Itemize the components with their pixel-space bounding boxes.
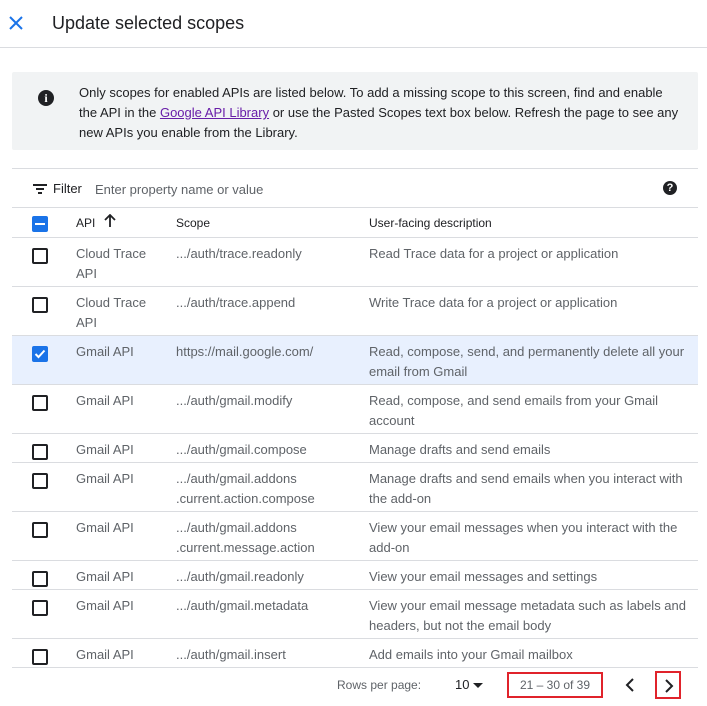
cell-api: Gmail API [76,647,134,662]
row-checkbox[interactable] [32,522,48,538]
cell-api: Gmail API [76,393,134,408]
row-checkbox[interactable] [32,248,48,264]
cell-scope: .../auth/gmail.readonly [176,569,304,584]
cell-api: Gmail API [76,471,134,486]
cell-description: View your email message metadata such as… [369,598,686,633]
filter-icon[interactable] [33,182,47,194]
table-row[interactable]: Gmail API .../auth/gmail.readonly View y… [12,561,698,590]
row-checkbox[interactable] [32,473,48,489]
filter-input[interactable] [95,179,595,199]
cell-scope: .../auth/gmail.compose [176,442,307,457]
cell-api: Gmail API [76,344,134,359]
row-checkbox[interactable] [32,444,48,460]
rows-per-page-value: 10 [455,677,470,692]
table-row[interactable]: Gmail API .../auth/gmail.addons .current… [12,512,698,561]
google-api-library-link[interactable]: Google API Library [160,105,269,120]
pagination-range: 21 – 30 of 39 [507,672,603,698]
dialog-header: Update selected scopes [0,0,707,48]
info-text: Only scopes for enabled APIs are listed … [79,83,679,143]
page-title: Update selected scopes [52,13,245,33]
cell-description: Read Trace data for a project or applica… [369,246,619,261]
select-all-checkbox[interactable] [32,216,48,232]
sort-ascending-icon[interactable] [104,213,116,228]
filter-label: Filter [53,181,82,196]
cell-api: Cloud Trace API [76,246,147,281]
cell-scope: .../auth/gmail.addons .current.message.a… [176,520,315,555]
cell-scope: .../auth/trace.readonly [176,246,302,261]
cell-description: Read, compose, and send emails from your… [369,393,659,428]
table-row[interactable]: Gmail API .../auth/gmail.compose Manage … [12,434,698,463]
help-icon[interactable]: ? [663,181,677,195]
row-checkbox-checked[interactable] [32,346,48,362]
cell-api: Cloud Trace API [76,295,147,330]
row-checkbox[interactable] [32,571,48,587]
cell-api: Gmail API [76,442,134,457]
cell-scope: https://mail.google.com/ [176,344,314,359]
column-header-scope[interactable]: Scope [176,216,210,230]
table-row[interactable]: Gmail API .../auth/gmail.metadata View y… [12,590,698,639]
table-header: API Scope User-facing description [12,208,698,238]
cell-description: Manage drafts and send emails when you i… [369,471,683,506]
cell-api: Gmail API [76,520,134,535]
pagination-bar: Rows per page: 10 21 – 30 of 39 [12,668,698,704]
column-header-api[interactable]: API [76,216,95,230]
rows-per-page-select[interactable]: 10 [455,677,484,692]
cell-api: Gmail API [76,598,134,613]
row-checkbox[interactable] [32,600,48,616]
table-row[interactable]: Gmail API .../auth/gmail.insert Add emai… [12,639,698,668]
row-checkbox[interactable] [32,297,48,313]
dropdown-caret-icon [473,683,484,689]
cell-description: View your email messages and settings [369,569,598,584]
rows-per-page-label: Rows per page: [337,678,422,692]
table-row[interactable]: Cloud Trace API .../auth/trace.append Wr… [12,287,698,336]
cell-description: Write Trace data for a project or applic… [369,295,618,310]
table-row[interactable]: Gmail API .../auth/gmail.addons .current… [12,463,698,512]
row-checkbox[interactable] [32,649,48,665]
info-banner: i Only scopes for enabled APIs are liste… [12,72,698,150]
table-row[interactable]: Gmail API .../auth/gmail.modify Read, co… [12,385,698,434]
cell-description: Add emails into your Gmail mailbox [369,647,573,662]
filter-bar: Filter ? [12,168,698,208]
cell-scope: .../auth/gmail.insert [176,647,286,662]
cell-scope: .../auth/trace.append [176,295,296,310]
cell-description: Read, compose, send, and permanently del… [369,344,685,379]
chevron-right-icon[interactable] [655,671,681,699]
info-icon: i [38,90,54,106]
cell-scope: .../auth/gmail.metadata [176,598,309,613]
cell-api: Gmail API [76,569,134,584]
table-row-selected[interactable]: Gmail API https://mail.google.com/ Read,… [12,336,698,385]
table-row[interactable]: Cloud Trace API .../auth/trace.readonly … [12,238,698,287]
cell-scope: .../auth/gmail.addons .current.action.co… [176,471,315,506]
cell-scope: .../auth/gmail.modify [176,393,293,408]
cell-description: View your email messages when you intera… [369,520,678,555]
cell-description: Manage drafts and send emails [369,442,551,457]
close-icon[interactable] [5,12,27,34]
chevron-left-icon[interactable] [619,674,641,696]
column-header-description[interactable]: User-facing description [369,216,492,230]
row-checkbox[interactable] [32,395,48,411]
